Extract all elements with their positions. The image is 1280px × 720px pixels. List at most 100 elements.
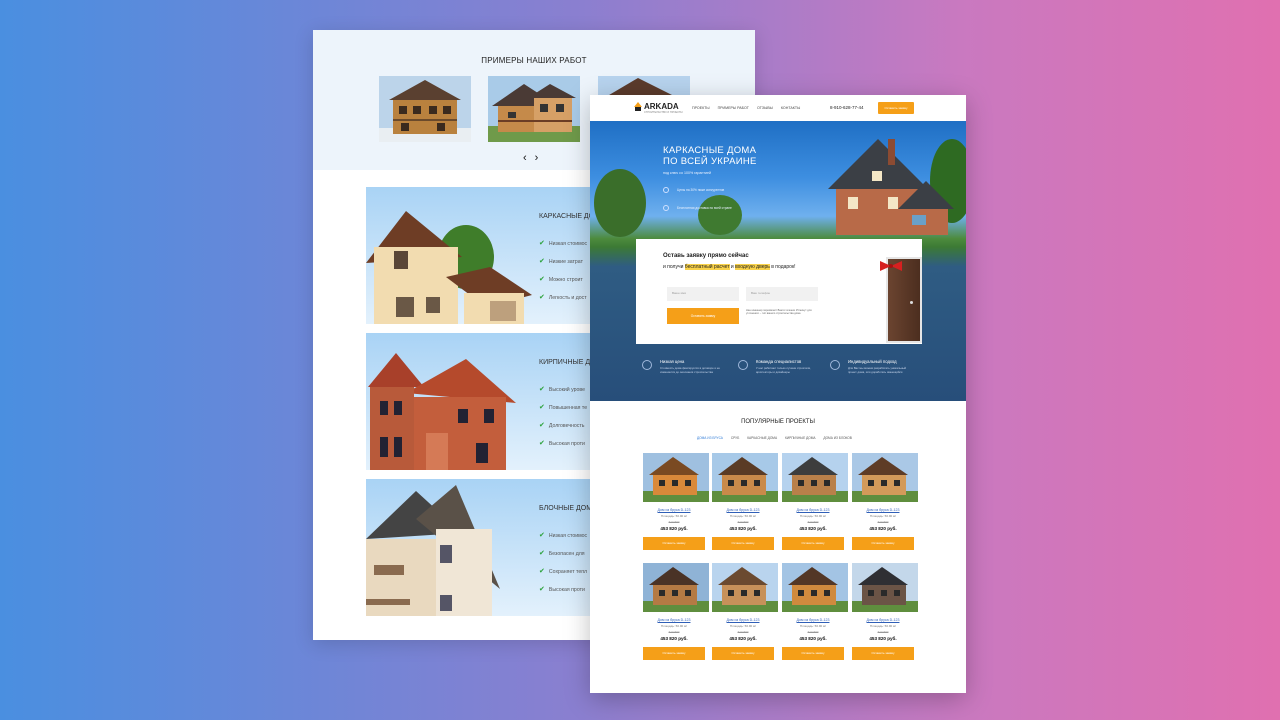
- project-card[interactable]: Дом из бруса D-123 Площадь: 50.90 м² 613 8…: [852, 453, 918, 550]
- project-card[interactable]: Дом из бруса D-123 Площадь: 50.90 м² 613 8…: [643, 453, 709, 550]
- project-name[interactable]: Дом из бруса D-123: [782, 508, 844, 512]
- project-price: 453 820 руб.: [799, 526, 827, 531]
- project-name[interactable]: Дом из бруса D-123: [712, 508, 774, 512]
- order-button[interactable]: Оставить заявку: [712, 647, 774, 660]
- name-field[interactable]: Ваше имя: [667, 287, 739, 301]
- hero-title: КАРКАСНЫЕ ДОМА ПО ВСЕЙ УКРАИНЕ: [663, 145, 757, 167]
- gallery-arrows[interactable]: ‹›: [523, 152, 546, 164]
- hero-subtitle: под ключ со 100% гарантией: [663, 171, 712, 175]
- project-photo[interactable]: [782, 453, 848, 502]
- tab-timber-houses[interactable]: ДОМА ИЗ БРУСА: [697, 436, 723, 440]
- project-price: 453 820 руб.: [660, 636, 688, 641]
- check-icon: ✔: [539, 258, 545, 265]
- check-icon: ✔: [539, 294, 545, 301]
- project-old-price: 613 800: [877, 630, 889, 634]
- nav-item-reviews[interactable]: ОТЗЫВЫ: [757, 106, 773, 110]
- team-icon: [738, 360, 748, 370]
- project-photo[interactable]: [643, 563, 709, 612]
- house-logo-icon: [634, 102, 642, 111]
- project-photo[interactable]: [852, 453, 918, 502]
- project-photo[interactable]: [712, 563, 778, 612]
- tab-block-houses[interactable]: ДОМА ИЗ БЛОКОВ: [823, 436, 852, 440]
- tab-frame-houses[interactable]: КАРКАСНЫЕ ДОМА: [747, 436, 777, 440]
- benefit-item: ✔ Легкость и дост: [539, 294, 587, 301]
- check-icon: ✔: [539, 404, 545, 411]
- project-area: Площадь: 50.90 м²: [869, 514, 897, 518]
- logo-tagline: СТРОИТЕЛЬСТВО И ПРОЕКТЫ: [644, 111, 683, 114]
- form-note: Наш инженер перезвонит Вам в течение 15 …: [746, 309, 812, 316]
- gallery-image[interactable]: [488, 76, 580, 142]
- project-photo[interactable]: [852, 563, 918, 612]
- project-name[interactable]: Дом из бруса D-123: [852, 508, 914, 512]
- project-price: 453 820 руб.: [660, 526, 688, 531]
- tab-log-houses[interactable]: СРУБ: [731, 436, 739, 440]
- tab-brick-houses[interactable]: КИРПИЧНЫЕ ДОМА: [785, 436, 816, 440]
- site-logo[interactable]: ARKADA: [644, 102, 679, 111]
- project-name[interactable]: Дом из бруса D-123: [712, 618, 774, 622]
- project-name[interactable]: Дом из бруса D-123: [643, 508, 705, 512]
- feature-item: Низкая цена Стоимость дома фиксируется в…: [642, 359, 722, 374]
- project-price: 453 820 руб.: [729, 526, 757, 531]
- project-old-price: 613 800: [737, 630, 749, 634]
- project-old-price: 613 800: [668, 520, 680, 524]
- project-area: Площадь: 50.90 м²: [729, 624, 757, 628]
- project-card[interactable]: Дом из бруса D-123 Площадь: 50.90 м² 613 8…: [782, 453, 848, 550]
- front-page-mockup: ARKADA СТРОИТЕЛЬСТВО И ПРОЕКТЫ ПРОЕКТЫ П…: [590, 95, 966, 693]
- check-icon: ✔: [539, 586, 545, 593]
- project-card[interactable]: Дом из бруса D-123 Площадь: 50.90 м² 613 8…: [712, 563, 778, 660]
- nav-item-projects[interactable]: ПРОЕКТЫ: [692, 106, 710, 110]
- lead-form-card: Оставь заявку прямо сейчас и получи бесп…: [636, 239, 922, 344]
- check-icon: ✔: [539, 240, 545, 247]
- gallery-image[interactable]: [379, 76, 471, 142]
- project-card[interactable]: Дом из бруса D-123 Площадь: 50.90 м² 613 8…: [852, 563, 918, 660]
- project-photo[interactable]: [643, 453, 709, 502]
- chevron-right-icon[interactable]: ›: [535, 152, 547, 164]
- check-icon: ✔: [539, 422, 545, 429]
- project-photo[interactable]: [782, 563, 848, 612]
- circle-icon: [663, 205, 669, 211]
- benefit-item: ✔ Сохраняет тепл: [539, 568, 588, 575]
- nav-item-works[interactable]: ПРИМЕРЫ РАБОТ: [718, 106, 749, 110]
- project-area: Площадь: 50.90 м²: [660, 624, 688, 628]
- project-name[interactable]: Дом из бруса D-123: [852, 618, 914, 622]
- project-price: 453 820 руб.: [799, 636, 827, 641]
- project-area: Площадь: 50.90 м²: [660, 514, 688, 518]
- check-icon: ✔: [539, 276, 545, 283]
- project-name[interactable]: Дом из бруса D-123: [643, 618, 705, 622]
- project-card[interactable]: Дом из бруса D-123 Площадь: 50.90 м² 613 8…: [782, 563, 848, 660]
- feature-item: Команда специалистов У нас работают толь…: [738, 359, 818, 374]
- chevron-left-icon[interactable]: ‹: [523, 152, 535, 164]
- project-price: 453 820 руб.: [869, 526, 897, 531]
- check-icon: ✔: [539, 386, 545, 393]
- order-button[interactable]: Оставить заявку: [852, 647, 914, 660]
- benefit-item: ✔ Долговечность: [539, 422, 585, 429]
- check-icon: ✔: [539, 568, 545, 575]
- project-area: Площадь: 50.90 м²: [799, 514, 827, 518]
- order-button[interactable]: Оставить заявку: [852, 537, 914, 550]
- check-icon: ✔: [539, 440, 545, 447]
- site-header: ARKADA СТРОИТЕЛЬСТВО И ПРОЕКТЫ ПРОЕКТЫ П…: [590, 95, 966, 121]
- nav-item-contacts[interactable]: КОНТАКТЫ: [781, 106, 800, 110]
- order-button[interactable]: Оставить заявку: [782, 647, 844, 660]
- category-frame-houses: КАРКАСНЫЕ ДО ✔ Низкая стоимос ✔ Низкие зат…: [366, 187, 606, 324]
- submit-form-button[interactable]: Оставить заявку: [667, 308, 739, 324]
- project-name[interactable]: Дом из бруса D-123: [782, 618, 844, 622]
- order-button[interactable]: Оставить заявку: [782, 537, 844, 550]
- category-title: КАРКАСНЫЕ ДО: [539, 213, 595, 220]
- benefit-item: ✔ Высокая проти: [539, 586, 585, 593]
- project-photo[interactable]: [712, 453, 778, 502]
- form-subheading: и получи бесплатный расчет и входную две…: [663, 264, 796, 270]
- project-card[interactable]: Дом из бруса D-123 Площадь: 50.90 м² 613 8…: [712, 453, 778, 550]
- category-title: БЛОЧНЫЕ ДОМ: [539, 505, 593, 512]
- header-phone[interactable]: 8-910-628-77-44: [830, 105, 864, 110]
- benefit-item: ✔ Повышенная те: [539, 404, 588, 411]
- circle-icon: [663, 187, 669, 193]
- project-card[interactable]: Дом из бруса D-123 Площадь: 50.90 м² 613 8…: [643, 563, 709, 660]
- header-cta-button[interactable]: Оставить заявку: [878, 102, 914, 114]
- order-button[interactable]: Оставить заявку: [643, 537, 705, 550]
- project-old-price: 613 800: [668, 630, 680, 634]
- gallery-title: ПРИМЕРЫ НАШИХ РАБОТ: [481, 56, 587, 65]
- phone-field[interactable]: Ваш телефон: [746, 287, 818, 301]
- order-button[interactable]: Оставить заявку: [712, 537, 774, 550]
- order-button[interactable]: Оставить заявку: [643, 647, 705, 660]
